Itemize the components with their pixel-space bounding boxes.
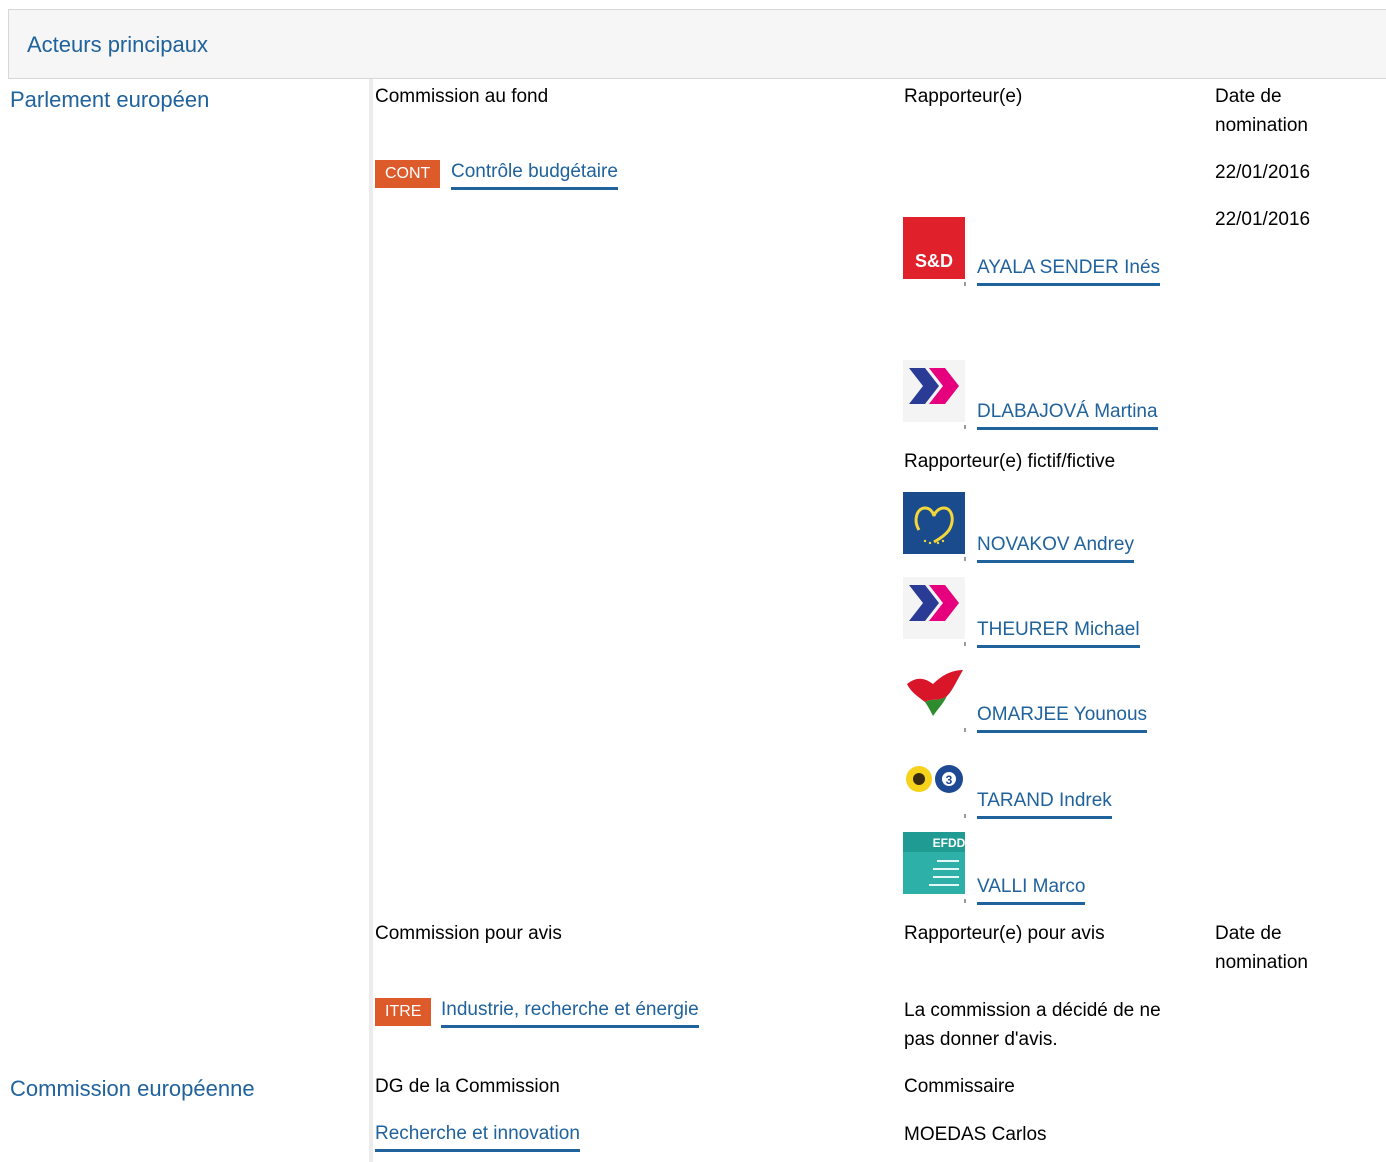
opinion-note-line1: La commission a décidé de ne: [904, 1000, 1161, 1021]
separator-tick: [964, 899, 966, 903]
committee-link-itre[interactable]: Industrie, recherche et énergie: [441, 996, 699, 1028]
committee-link-cont[interactable]: Contrôle budgétaire: [451, 158, 618, 190]
epp-logo-icon: [903, 492, 965, 554]
opinion-rapporteur-header: Rapporteur(e) pour avis: [904, 923, 1105, 944]
separator-tick: [964, 728, 966, 732]
shadow-rapporteur-header: Rapporteur(e) fictif/fictive: [904, 451, 1116, 472]
column-divider: [369, 79, 373, 1162]
shadow-rapporteur-link[interactable]: THEURER Michael: [977, 616, 1140, 648]
section-title-commission: Commission européenne: [10, 1076, 255, 1101]
rapporteur-link[interactable]: DLABAJOVÁ Martina: [977, 398, 1158, 430]
section-header: Acteurs principaux: [8, 9, 1386, 79]
alde-logo-icon: [903, 577, 965, 639]
commissioner-name: MOEDAS Carlos: [904, 1124, 1047, 1145]
lead-committee-header: Commission au fond: [375, 86, 549, 107]
shadow-rapporteur-link[interactable]: NOVAKOV Andrey: [977, 531, 1134, 563]
page-title: Acteurs principaux: [27, 32, 208, 57]
committee-badge-cont: CONT: [375, 160, 441, 188]
committee-date: 22/01/2016: [1215, 162, 1311, 183]
opinion-date-header-line2: nomination: [1215, 952, 1308, 973]
svg-text:3: 3: [946, 773, 953, 787]
date-header-line2: nomination: [1215, 115, 1308, 136]
s-and-d-logo-icon: S&D: [903, 217, 965, 279]
greens-efa-logo-icon: 3: [903, 748, 965, 810]
opinion-note-line2: pas donner d'avis.: [904, 1029, 1058, 1050]
rapporteur-header: Rapporteur(e): [904, 86, 1023, 107]
separator-tick: [964, 557, 966, 561]
section-title-parliament: Parlement européen: [10, 87, 210, 112]
alde-logo-icon: [903, 360, 965, 422]
rapporteur-link[interactable]: AYALA SENDER Inés: [977, 254, 1161, 286]
separator-tick: [964, 425, 966, 429]
dg-header: DG de la Commission: [375, 1076, 560, 1097]
svg-text:EFDD: EFDD: [933, 836, 965, 850]
shadow-rapporteur-link[interactable]: OMARJEE Younous: [977, 701, 1148, 733]
date-header-line1: Date de: [1215, 86, 1282, 107]
separator-tick: [964, 282, 966, 286]
separator-tick: [964, 642, 966, 646]
shadow-rapporteur-link[interactable]: TARAND Indrek: [977, 787, 1112, 819]
dg-link[interactable]: Recherche et innovation: [375, 1120, 580, 1152]
committee-badge-itre: ITRE: [375, 998, 432, 1026]
efdd-logo-icon: EFDD: [903, 832, 965, 894]
gue-ngl-logo-icon: [903, 662, 965, 724]
opinion-committee-header: Commission pour avis: [375, 923, 562, 944]
svg-text:S&D: S&D: [915, 251, 953, 271]
commissioner-header: Commissaire: [904, 1076, 1015, 1097]
rapporteur-date: 22/01/2016: [1215, 209, 1311, 230]
shadow-rapporteur-link[interactable]: VALLI Marco: [977, 873, 1086, 905]
separator-tick: [964, 814, 966, 818]
opinion-date-header-line1: Date de: [1215, 923, 1282, 944]
